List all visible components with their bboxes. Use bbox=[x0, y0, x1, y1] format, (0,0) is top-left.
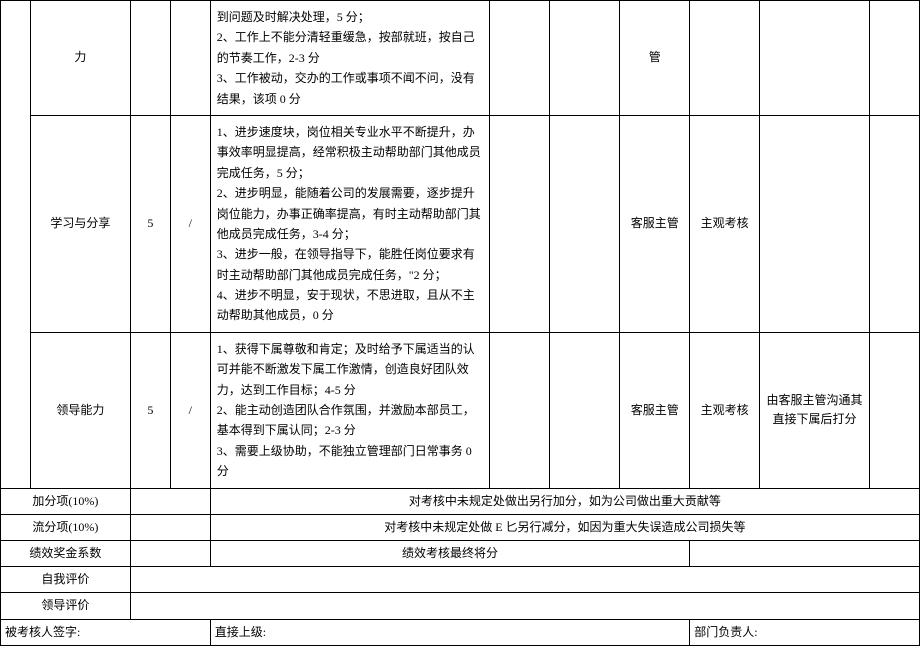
self-eval-label: 自我评价 bbox=[1, 567, 131, 593]
slash-cell: / bbox=[170, 115, 210, 332]
deduct-text: 对考核中未规定处做 E 匕另行减分，如因为重大失误造成公司损失等 bbox=[210, 514, 919, 540]
blank-cell bbox=[130, 514, 210, 540]
self-eval-row: 自我评价 bbox=[1, 567, 920, 593]
type-cell: 主观考核 bbox=[690, 115, 760, 332]
criteria-cell: 到问题及时解决处理，5 分；2、工作上不能分清轻重缓急，按部就班，按自己的节奏工… bbox=[210, 1, 490, 116]
table-row: 领导能力 5 / 1、获得下属尊敬和肯定；及时给予下属适当的认可并能不断激发下属… bbox=[1, 332, 920, 488]
evaluation-table: 力 到问题及时解决处理，5 分；2、工作上不能分清轻重缓急，按部就班，按自己的节… bbox=[0, 0, 920, 646]
sign-examiner: 被考核人签字: bbox=[1, 619, 211, 645]
type-cell bbox=[690, 1, 760, 116]
end-cell bbox=[869, 1, 919, 116]
type-cell: 主观考核 bbox=[690, 332, 760, 488]
weight-cell: 5 bbox=[130, 115, 170, 332]
bonus-row: 加分项(10%) 对考核中未规定处做出另行加分，如为公司做出重大贡献等 bbox=[1, 488, 920, 514]
weight-cell bbox=[130, 1, 170, 116]
sign-row: 被考核人签字: 直接上级: 部门负责人: bbox=[1, 619, 920, 645]
blank-cell bbox=[490, 1, 550, 116]
criteria-cell: 1、进步速度块，岗位相关专业水平不断提升，办事效率明显提高，经常积极主动帮助部门… bbox=[210, 115, 490, 332]
row-group-cell bbox=[1, 1, 31, 489]
blank-cell bbox=[130, 593, 919, 619]
end-cell bbox=[869, 332, 919, 488]
deduct-row: 流分项(10%) 对考核中未规定处做 E 匕另行减分，如因为重大失误造成公司损失… bbox=[1, 514, 920, 540]
evaluator-cell: 客服主管 bbox=[620, 115, 690, 332]
note-cell bbox=[760, 1, 870, 116]
coef-row: 绩效奖金系数 绩效考核最终将分 bbox=[1, 540, 920, 566]
evaluator-cell: 管 bbox=[620, 1, 690, 116]
coef-label: 绩效奖金系数 bbox=[1, 540, 131, 566]
table-row: 学习与分享 5 / 1、进步速度块，岗位相关专业水平不断提升，办事效率明显提高，… bbox=[1, 115, 920, 332]
item-cell: 领导能力 bbox=[30, 332, 130, 488]
table-row: 力 到问题及时解决处理，5 分；2、工作上不能分清轻重缓急，按部就班，按自己的节… bbox=[1, 1, 920, 116]
leader-eval-label: 领导评价 bbox=[1, 593, 131, 619]
sign-supervisor: 直接上级: bbox=[210, 619, 689, 645]
blank-cell bbox=[550, 1, 620, 116]
criteria-cell: 1、获得下属尊敬和肯定；及时给予下属适当的认可并能不断激发下属工作激情，创造良好… bbox=[210, 332, 490, 488]
slash-cell bbox=[170, 1, 210, 116]
sign-dept-head: 部门负责人: bbox=[690, 619, 920, 645]
blank-cell bbox=[130, 540, 210, 566]
evaluator-cell: 客服主管 bbox=[620, 332, 690, 488]
blank-cell bbox=[130, 488, 210, 514]
bonus-text: 对考核中未规定处做出另行加分，如为公司做出重大贡献等 bbox=[210, 488, 919, 514]
final-score-label: 绩效考核最终将分 bbox=[210, 540, 689, 566]
blank-cell bbox=[550, 115, 620, 332]
deduct-label: 流分项(10%) bbox=[1, 514, 131, 540]
item-cell: 力 bbox=[30, 1, 130, 116]
end-cell bbox=[869, 115, 919, 332]
blank-cell bbox=[690, 540, 920, 566]
weight-cell: 5 bbox=[130, 332, 170, 488]
item-cell: 学习与分享 bbox=[30, 115, 130, 332]
note-cell bbox=[760, 115, 870, 332]
blank-cell bbox=[550, 332, 620, 488]
slash-cell: / bbox=[170, 332, 210, 488]
blank-cell bbox=[490, 332, 550, 488]
blank-cell bbox=[490, 115, 550, 332]
bonus-label: 加分项(10%) bbox=[1, 488, 131, 514]
blank-cell bbox=[130, 567, 919, 593]
leader-eval-row: 领导评价 bbox=[1, 593, 920, 619]
note-cell: 由客服主管沟通其直接下属后打分 bbox=[760, 332, 870, 488]
